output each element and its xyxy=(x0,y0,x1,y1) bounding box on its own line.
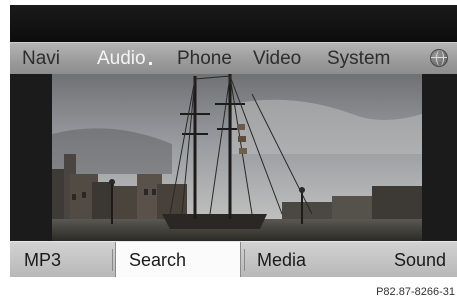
figure-reference: P82.87-8266-31 xyxy=(376,286,455,298)
active-indicator-icon xyxy=(148,62,152,65)
menu-item-navi[interactable]: Navi xyxy=(22,48,60,70)
softkey-sound[interactable]: Sound xyxy=(394,242,446,277)
right-panel xyxy=(422,74,457,241)
left-panel xyxy=(10,74,52,241)
menu-item-audio-label: Audio xyxy=(97,48,146,69)
softkey-divider xyxy=(244,249,245,271)
softkey-bar: MP3 Search Media Sound xyxy=(10,241,457,277)
softkey-mp3[interactable]: MP3 xyxy=(24,242,61,277)
softkey-divider xyxy=(112,249,113,271)
main-function-bar: Navi Audio Phone Video System xyxy=(10,42,457,74)
globe-icon[interactable] xyxy=(430,49,448,67)
menu-item-video[interactable]: Video xyxy=(253,48,301,70)
softkey-search[interactable]: Search xyxy=(115,242,241,277)
status-band xyxy=(10,5,457,42)
softkey-media[interactable]: Media xyxy=(257,242,306,277)
display-screen: Navi Audio Phone Video System MP3 Search… xyxy=(10,5,457,277)
harbor-picture xyxy=(52,74,422,241)
menu-item-audio[interactable]: Audio xyxy=(97,48,152,70)
menu-item-system[interactable]: System xyxy=(327,48,390,70)
menu-item-phone[interactable]: Phone xyxy=(177,48,232,70)
album-art-image xyxy=(52,74,422,241)
